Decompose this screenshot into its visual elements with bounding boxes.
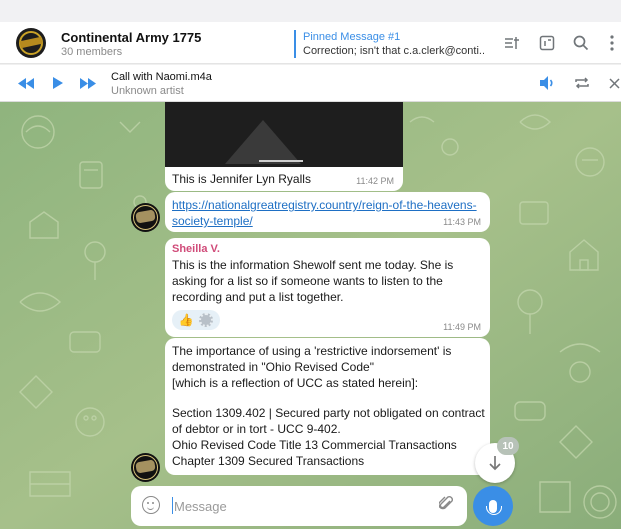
message-line: Section 1309.402 | Secured party not obl… [172, 406, 485, 436]
voice-record-button[interactable] [473, 486, 513, 526]
sender-avatar[interactable] [131, 203, 160, 232]
track-title: Call with Naomi.m4a [111, 71, 212, 83]
video-thumbnail[interactable] [165, 102, 403, 167]
message-time: 11:42 PM [356, 176, 394, 186]
list-filter-icon[interactable] [501, 32, 523, 54]
chat-header: Continental Army 1775 30 members Pinned … [0, 22, 621, 64]
thumbs-up-icon[interactable]: 👍 [179, 313, 194, 327]
message-bubble[interactable]: https://nationalgreatregistry.country/re… [165, 192, 490, 232]
emoji-icon[interactable] [142, 496, 160, 514]
repeat-icon[interactable] [574, 74, 590, 92]
close-player-icon[interactable] [609, 74, 620, 92]
attach-icon[interactable] [438, 495, 453, 518]
window-top-strip [0, 0, 621, 22]
text-cursor [172, 497, 173, 514]
reactions[interactable]: 👍 [172, 310, 220, 330]
volume-icon[interactable] [540, 74, 556, 92]
message-bubble[interactable]: This is Jennifer Lyn Ryalls 11:42 PM [165, 167, 403, 191]
message-text: The importance of using a 'restrictive i… [172, 343, 486, 469]
message-time: 11:43 PM [443, 217, 481, 227]
pinned-message[interactable]: Pinned Message #1 Correction; isn't that… [294, 30, 484, 58]
previous-track-icon[interactable] [18, 74, 35, 92]
play-icon[interactable] [53, 74, 63, 92]
pinned-message-title: Pinned Message #1 [303, 31, 401, 43]
message-link[interactable]: https://nationalgreatregistry.country/re… [172, 197, 482, 229]
sender-avatar[interactable] [131, 453, 160, 482]
message-composer [131, 486, 467, 526]
message-line: Chapter 1309 Secured Transactions [172, 454, 365, 468]
message-bubble[interactable]: The importance of using a 'restrictive i… [165, 338, 490, 475]
pinned-message-text: Correction; isn't that c.a.clerk@conti..… [303, 45, 484, 57]
microphone-icon [486, 499, 502, 515]
next-track-icon[interactable] [80, 74, 97, 92]
sidebar-panel-icon[interactable] [536, 32, 558, 54]
search-icon[interactable] [570, 32, 592, 54]
more-vertical-icon[interactable] [606, 32, 618, 54]
audio-player-bar: Call with Naomi.m4a Unknown artist [0, 65, 621, 102]
sender-name[interactable]: Sheilla V. [172, 243, 220, 255]
chat-title[interactable]: Continental Army 1775 [61, 30, 201, 45]
chat-area[interactable]: This is Jennifer Lyn Ryalls 11:42 PM htt… [0, 102, 621, 529]
message-time: 11:49 PM [443, 322, 481, 332]
reaction-avatar-icon [199, 313, 214, 327]
member-count: 30 members [61, 46, 123, 58]
message-text: This is Jennifer Lyn Ryalls [172, 172, 311, 186]
arrow-down-icon [489, 456, 501, 471]
message-line: Ohio Revised Code Title 13 Commercial Tr… [172, 438, 457, 452]
group-avatar[interactable] [16, 28, 46, 58]
track-artist: Unknown artist [111, 85, 184, 97]
message-line: The importance of using a 'restrictive i… [172, 344, 452, 374]
message-bubble[interactable]: Sheilla V. This is the information Shewo… [165, 238, 490, 337]
unread-count-badge: 10 [497, 437, 519, 455]
message-text: This is the information Shewolf sent me … [172, 258, 454, 304]
message-input[interactable] [174, 495, 424, 517]
message-line: [which is a reflection of UCC as stated … [172, 376, 419, 390]
